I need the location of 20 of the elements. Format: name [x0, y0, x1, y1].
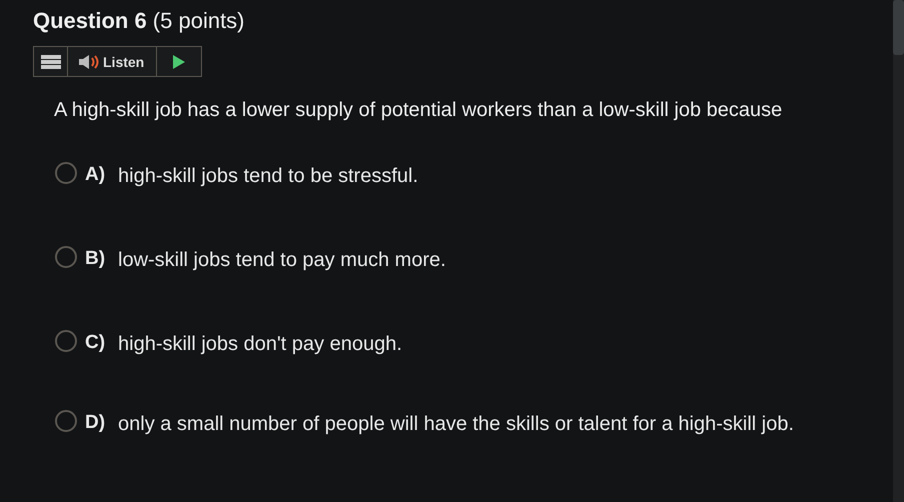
- question-text: A high-skill job has a lower supply of potential workers than a low-skill job because: [54, 98, 784, 123]
- menu-icon: [40, 54, 60, 70]
- question-title: Question 6 (5 points): [33, 8, 246, 34]
- radio-button[interactable]: [55, 246, 77, 268]
- scrollbar[interactable]: [893, 0, 904, 502]
- option-letter: D): [85, 412, 106, 434]
- option-text: only a small number of people will have the skills or talent for a high-skill job.: [118, 412, 794, 437]
- speaker-icon: [78, 54, 100, 70]
- play-icon: [173, 54, 186, 68]
- option-letter: C): [85, 332, 106, 354]
- option-text: high-skill jobs tend to be stressful.: [118, 164, 418, 189]
- option-text: low-skill jobs tend to pay much more.: [118, 248, 446, 273]
- option-text: high-skill jobs don't pay enough.: [118, 332, 402, 357]
- radio-button[interactable]: [55, 330, 77, 352]
- radio-button[interactable]: [55, 410, 77, 432]
- radio-button[interactable]: [55, 162, 77, 184]
- listen-button[interactable]: Listen: [68, 47, 158, 76]
- scrollbar-thumb[interactable]: [893, 0, 904, 55]
- option-letter: B): [85, 248, 106, 270]
- option-letter: A): [85, 164, 106, 186]
